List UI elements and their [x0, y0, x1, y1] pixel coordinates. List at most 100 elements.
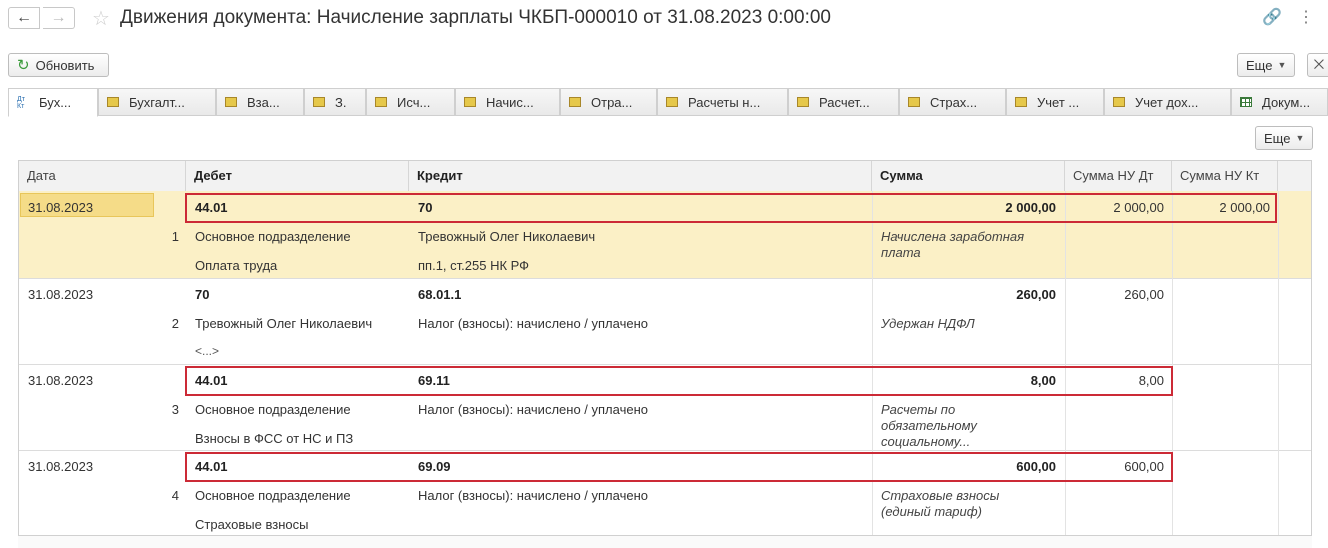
row-date: 31.08.2023 — [28, 459, 94, 474]
more-label: Еще — [1246, 57, 1273, 73]
register-icon — [1113, 97, 1125, 107]
row-number: 1 — [171, 229, 179, 244]
tab-label: Отра... — [591, 94, 633, 110]
refresh-button[interactable]: ↻ Обновить — [8, 53, 109, 77]
tab-label: Докум... — [1262, 94, 1311, 110]
row-debit-sub2: Страховые взносы — [195, 517, 309, 532]
close-icon: ⨉ — [1313, 57, 1325, 72]
row-content-2: (единый тариф) — [881, 504, 982, 519]
tab-12[interactable]: Докум... — [1231, 88, 1328, 116]
column-header-sum-nu-dt[interactable]: Сумма НУ Дт — [1065, 161, 1172, 191]
register-icon — [225, 97, 237, 107]
close-button[interactable]: ⨉ — [1307, 53, 1328, 77]
accounting-entries-table[interactable]: Дата Дебет Кредит Сумма Сумма НУ Дт Сумм… — [18, 160, 1312, 547]
column-header-sum[interactable]: Сумма — [872, 161, 1065, 191]
row-content-1: Расчеты по — [881, 402, 956, 417]
document-journal-icon — [1240, 97, 1252, 107]
register-icon — [908, 97, 920, 107]
more-button[interactable]: Еще ▼ — [1237, 53, 1296, 77]
row-credit: 68.01.1 — [418, 287, 462, 302]
row-debit: 70 — [195, 287, 210, 302]
table-row[interactable]: 31.08.2023 2 70 Тревожный Олег Николаеви… — [19, 279, 1311, 365]
back-button[interactable]: ← — [8, 7, 40, 29]
row-credit-sub1: Тревожный Олег Николаевич — [418, 229, 596, 244]
row-content-1: Начислена заработная — [881, 229, 1025, 244]
row-sum-nu-dt: 260,00 — [1124, 287, 1164, 302]
row-credit-sub1: Налог (взносы): начислено / уплачено — [418, 316, 648, 331]
row-number: 3 — [171, 402, 179, 417]
more-actions-icon[interactable]: ⋮ — [1298, 7, 1314, 27]
link-icon[interactable]: 🔗 — [1262, 7, 1282, 27]
column-header-debit[interactable]: Дебет — [186, 161, 409, 191]
tab-label: Расчеты н... — [688, 94, 761, 110]
register-icon — [1015, 97, 1027, 107]
table-more-button[interactable]: Еще ▼ — [1255, 126, 1314, 150]
row-debit-sub1: Основное подразделение — [195, 402, 351, 417]
tab-3[interactable]: З. — [304, 88, 366, 116]
tab-4[interactable]: Исч... — [366, 88, 455, 116]
register-tabs: Дт Кт Бух... Бухгалт... Вза... З. Исч... … — [8, 88, 1328, 117]
arrow-right-icon: → — [50, 9, 67, 26]
tab-label: Бухгалт... — [129, 94, 185, 110]
tab-11[interactable]: Учет дох... — [1104, 88, 1231, 116]
horizontal-scrollbar[interactable] — [18, 535, 1312, 548]
row-content-2: обязательному — [881, 418, 977, 433]
highlight-frame — [185, 193, 1277, 223]
tab-1[interactable]: Бухгалт... — [98, 88, 216, 116]
row-content-1: Удержан НДФЛ — [881, 316, 975, 331]
register-icon — [666, 97, 678, 107]
column-header-credit[interactable]: Кредит — [409, 161, 872, 191]
column-header-sum-nu-kt[interactable]: Сумма НУ Кт — [1172, 161, 1278, 191]
row-debit-sub2: Оплата труда — [195, 258, 278, 273]
row-sum: 260,00 — [1016, 287, 1056, 302]
row-debit-sub2: Взносы в ФСС от НС и ПЗ — [195, 431, 354, 446]
tab-0[interactable]: Дт Кт Бух... — [8, 88, 98, 117]
tab-6[interactable]: Отра... — [560, 88, 657, 116]
page-title: Движения документа: Начисление зарплаты … — [120, 7, 831, 28]
tab-label: Учет ... — [1037, 94, 1080, 110]
tab-8[interactable]: Расчет... — [788, 88, 899, 116]
tab-label: Страх... — [930, 94, 978, 110]
row-credit-sub2: пп.1, ст.255 НК РФ — [418, 258, 530, 273]
refresh-label: Обновить — [35, 57, 95, 73]
highlight-frame — [185, 366, 1173, 396]
tab-label: Начис... — [486, 94, 534, 110]
row-content-1: Страховые взносы — [881, 488, 1000, 503]
tab-7[interactable]: Расчеты н... — [657, 88, 788, 116]
more-label: Еще — [1264, 130, 1291, 146]
row-number: 4 — [171, 488, 179, 503]
register-icon — [375, 97, 387, 107]
table-header: Дата Дебет Кредит Сумма Сумма НУ Дт Сумм… — [19, 161, 1311, 192]
tab-label: Учет дох... — [1135, 94, 1199, 110]
forward-button[interactable]: → — [43, 7, 75, 29]
row-credit-sub1: Налог (взносы): начислено / уплачено — [418, 488, 648, 503]
row-debit-sub1: Тревожный Олег Николаевич — [195, 316, 373, 331]
row-debit-sub1: Основное подразделение — [195, 488, 351, 503]
tab-10[interactable]: Учет ... — [1006, 88, 1104, 116]
row-date: 31.08.2023 — [28, 200, 94, 215]
register-icon — [464, 97, 476, 107]
register-icon — [797, 97, 809, 107]
tab-label: Вза... — [247, 94, 280, 110]
column-header-date[interactable]: Дата — [19, 161, 186, 191]
chevron-down-icon: ▼ — [1277, 60, 1287, 70]
row-debit-sub2: <...> — [195, 344, 220, 358]
row-content-3: социальному... — [881, 434, 971, 449]
favorite-star-icon[interactable]: ☆ — [92, 6, 110, 31]
refresh-icon: ↻ — [17, 57, 30, 74]
tab-label: Расчет... — [819, 94, 870, 110]
tab-label: Исч... — [397, 94, 431, 110]
row-date: 31.08.2023 — [28, 287, 94, 302]
tab-label: З. — [335, 94, 347, 110]
tab-2[interactable]: Вза... — [216, 88, 304, 116]
row-debit-sub1: Основное подразделение — [195, 229, 351, 244]
highlight-frame — [185, 452, 1173, 482]
register-icon — [313, 97, 325, 107]
row-content-2: плата — [881, 245, 921, 260]
tab-5[interactable]: Начис... — [455, 88, 560, 116]
column-separator — [1278, 191, 1279, 546]
chevron-down-icon: ▼ — [1295, 133, 1305, 143]
dt-kt-icon: Дт Кт — [17, 95, 25, 110]
tab-label: Бух... — [39, 95, 72, 110]
tab-9[interactable]: Страх... — [899, 88, 1006, 116]
